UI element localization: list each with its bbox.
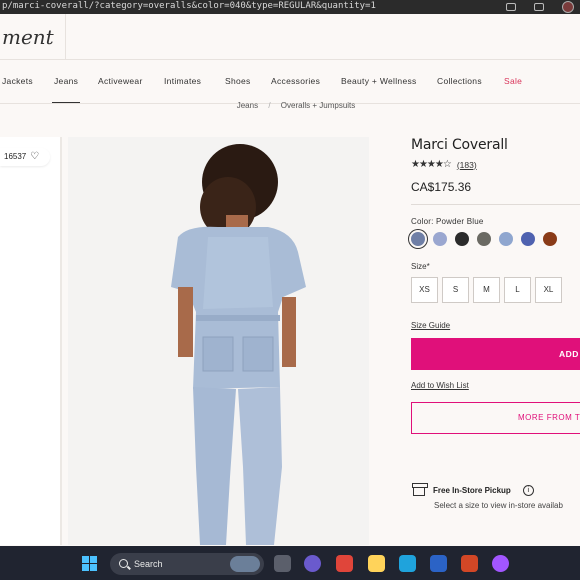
taskbar-search[interactable]: Search	[110, 553, 264, 575]
color-swatch[interactable]	[543, 232, 557, 246]
pickup-row: Free In-Store Pickup i	[412, 483, 580, 496]
windows-taskbar: Search	[0, 546, 580, 580]
store-icon	[412, 483, 428, 496]
model-coverall-illustration	[171, 144, 306, 545]
edge-app-icon[interactable]	[399, 555, 416, 572]
search-icon	[119, 559, 128, 568]
color-swatch[interactable]	[477, 232, 491, 246]
color-swatch[interactable]	[455, 232, 469, 246]
site-header: ment	[0, 14, 580, 60]
pickup-title: Free In-Store Pickup	[433, 486, 511, 495]
messenger-app-icon[interactable]	[492, 555, 509, 572]
extensions-icon[interactable]	[534, 3, 544, 11]
breadcrumb-overalls[interactable]: Overalls + Jumpsuits	[281, 101, 355, 110]
wishlist-count-badge[interactable]: 16537 ♡	[0, 148, 50, 166]
task-view-icon[interactable]	[274, 555, 291, 572]
browser-url-bar[interactable]: p/marci-coverall/?category=overalls&colo…	[0, 0, 580, 14]
category-nav: Jackets Jeans Activewear Intimates Shoes Acce…	[0, 60, 580, 104]
pickup-subtitle: Select a size to view in-store availab	[434, 501, 563, 510]
url-text[interactable]: p/marci-coverall/?category=overalls&colo…	[2, 1, 376, 11]
nav-item-jackets[interactable]: Jackets	[2, 76, 33, 86]
search-highlight-icon	[230, 556, 260, 572]
size-option-s[interactable]: S	[442, 277, 469, 303]
nav-item-sale[interactable]: Sale	[504, 76, 522, 86]
color-swatch[interactable]	[433, 232, 447, 246]
review-count-link[interactable]: (183)	[457, 160, 477, 170]
add-to-bag-button[interactable]: ADD	[411, 338, 580, 370]
size-option-m[interactable]: M	[473, 277, 500, 303]
more-from-store-button[interactable]: MORE FROM TH	[411, 402, 580, 434]
windows-start-icon[interactable]	[82, 556, 97, 571]
nav-item-collections[interactable]: Collections	[437, 76, 482, 86]
nav-item-activewear[interactable]: Activewear	[98, 76, 143, 86]
todo-app-icon[interactable]	[336, 555, 353, 572]
size-option-l[interactable]: L	[504, 277, 531, 303]
taskbar-search-label: Search	[134, 559, 163, 569]
nav-item-shoes[interactable]: Shoes	[225, 76, 251, 86]
nav-item-beauty-wellness[interactable]: Beauty + Wellness	[341, 76, 417, 86]
star-rating-icon: ★★★★☆	[411, 159, 452, 170]
info-icon[interactable]: i	[522, 485, 534, 496]
nav-item-intimates[interactable]: Intimates	[164, 76, 201, 86]
nav-item-jeans[interactable]: Jeans	[51, 76, 81, 103]
heart-outline-icon: ♡	[30, 151, 40, 162]
in-store-pickup: Free In-Store Pickup i Select a size to …	[412, 483, 580, 510]
size-option-xl[interactable]: XL	[535, 277, 562, 303]
breadcrumb: Jeans / Overalls + Jumpsuits	[0, 101, 580, 110]
breadcrumb-separator: /	[268, 101, 271, 110]
product-image-main[interactable]	[68, 137, 369, 545]
size-options: XS S M L XL	[411, 277, 580, 303]
size-option-xs[interactable]: XS	[411, 277, 438, 303]
color-swatch[interactable]	[499, 232, 513, 246]
page: p/marci-coverall/?category=overalls&colo…	[0, 0, 580, 580]
reader-view-icon[interactable]	[506, 3, 516, 11]
chat-app-icon[interactable]	[304, 555, 321, 572]
size-guide-link[interactable]: Size Guide	[411, 321, 580, 330]
color-swatch[interactable]	[521, 232, 535, 246]
size-label: Size*	[411, 262, 430, 271]
product-price: CA$175.36	[411, 180, 472, 194]
breadcrumb-jeans[interactable]: Jeans	[237, 101, 258, 110]
product-info-panel: Marci Coverall ★★★★☆ (183) CA$175.36 Col…	[411, 137, 580, 434]
profile-avatar[interactable]	[562, 1, 574, 13]
file-explorer-app-icon[interactable]	[368, 555, 385, 572]
color-swatch[interactable]	[411, 232, 425, 246]
product-title: Marci Coverall	[411, 137, 508, 153]
divider	[411, 204, 580, 205]
wishlist-count: 16537	[4, 152, 27, 161]
add-to-wishlist-link[interactable]: Add to Wish List	[411, 381, 580, 390]
powerpoint-app-icon[interactable]	[461, 555, 478, 572]
color-label: Color: Powder Blue	[411, 217, 484, 226]
color-swatches	[411, 232, 580, 246]
nav-item-accessories[interactable]: Accessories	[271, 76, 320, 86]
browser-toolbar	[506, 0, 580, 14]
product-image-previous[interactable]	[0, 137, 62, 545]
brand-logo[interactable]: ment	[0, 14, 66, 60]
word-app-icon[interactable]	[430, 555, 447, 572]
rating-row: ★★★★☆ (183)	[411, 159, 580, 170]
